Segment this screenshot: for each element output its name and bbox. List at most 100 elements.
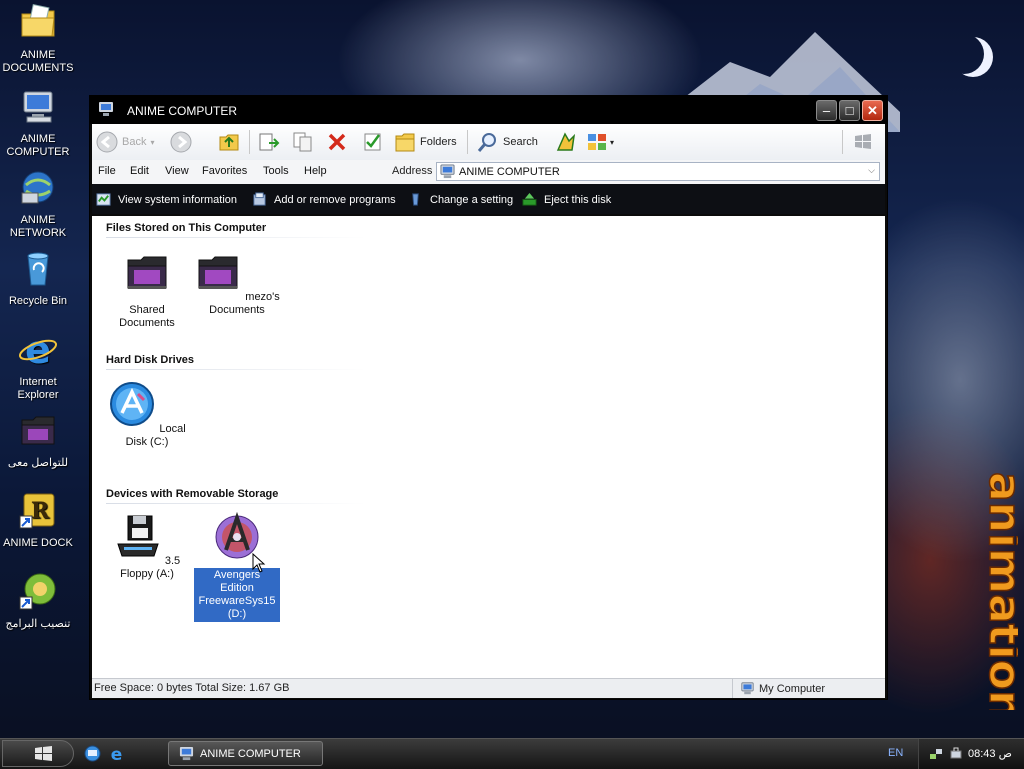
folder-item[interactable]: Shared Documents: [104, 248, 190, 330]
svg-text:animation: animation: [979, 472, 1018, 710]
desktop-icon-anime-network[interactable]: ANIME NETWORK: [2, 167, 74, 240]
delete-button[interactable]: [326, 129, 348, 155]
network-icon: [21, 171, 54, 204]
svg-text:e: e: [111, 745, 123, 762]
back-arrow-icon: [96, 131, 118, 153]
maximize-button[interactable]: □: [839, 100, 860, 121]
close-icon: ✕: [867, 103, 878, 118]
menu-view[interactable]: View: [165, 165, 189, 177]
system-info-icon: [96, 193, 111, 206]
show-desktop-icon[interactable]: [84, 745, 101, 762]
minimize-icon: –: [822, 103, 831, 118]
add-remove-programs-icon: [253, 192, 266, 206]
computer-icon: [741, 682, 754, 695]
chevron-down-icon: ▾: [610, 137, 615, 147]
up-folder-button[interactable]: [218, 129, 240, 155]
item-label: Avengers Edition FreewareSys15 (D:): [194, 568, 280, 622]
address-label: Address: [392, 165, 433, 177]
desktop-icon-label: Internet Explorer: [17, 376, 59, 401]
group-header-removable: Devices with Removable Storage: [106, 488, 279, 500]
menu-favorites[interactable]: Favorites: [202, 165, 247, 177]
menu-edit[interactable]: Edit: [130, 165, 149, 177]
title-bar[interactable]: ANIME COMPUTER – □ ✕: [90, 96, 887, 124]
task-change-setting[interactable]: Change a setting: [408, 192, 513, 207]
forward-arrow-icon: [170, 131, 192, 153]
wallpaper-animation-text: animation: [978, 471, 1018, 710]
installer-shortcut-icon: [19, 573, 56, 610]
drive-item[interactable]: Local Disk (C:): [104, 380, 190, 449]
eject-icon: [522, 192, 537, 206]
computer-icon: [440, 164, 455, 179]
windows-logo-button: [852, 129, 874, 155]
views-button[interactable]: ▾: [586, 129, 614, 155]
drive-item-selected[interactable]: Avengers Edition FreewareSys15 (D:): [194, 511, 280, 622]
close-button[interactable]: ✕: [862, 100, 883, 121]
desktop-icon-label: ANIME DOCK: [3, 537, 73, 549]
task-view-system-information[interactable]: View system information: [96, 192, 237, 207]
menu-help[interactable]: Help: [304, 165, 327, 177]
move-to-button[interactable]: [257, 129, 281, 155]
control-panel-icon: [412, 193, 419, 206]
internet-explorer-icon[interactable]: e: [108, 745, 125, 762]
folder-item[interactable]: mezo's Documents: [194, 248, 280, 317]
item-label: Shared Documents: [119, 304, 175, 329]
back-label: Back: [122, 136, 147, 148]
status-bar: Free Space: 0 bytes Total Size: 1.67 GB …: [92, 678, 885, 698]
address-bar[interactable]: ANIME COMPUTER ⌵: [436, 162, 880, 181]
task-add-remove-programs[interactable]: Add or remove programs: [252, 192, 396, 207]
desktop-icon-label: للتواصل معى: [7, 457, 69, 469]
desktop-icon-anime-dock[interactable]: R ANIME DOCK: [2, 490, 74, 550]
start-button[interactable]: [2, 740, 74, 767]
minimize-button[interactable]: –: [816, 100, 837, 121]
group-header-files: Files Stored on This Computer: [106, 222, 267, 234]
desktop-icon-label: ANIME COMPUTER: [6, 133, 70, 158]
address-value: ANIME COMPUTER: [459, 166, 560, 178]
taskbar-window-button[interactable]: ANIME COMPUTER: [168, 741, 323, 766]
task-eject-disk[interactable]: Eject this disk: [522, 192, 611, 207]
copy-to-button[interactable]: [292, 129, 314, 155]
properties-button[interactable]: [362, 129, 384, 155]
moon-decoration: [944, 34, 984, 74]
desktop-icon-recycle-bin[interactable]: Recycle Bin: [2, 248, 74, 308]
customize-button[interactable]: [555, 129, 577, 155]
task-bar: View system information Add or remove pr…: [92, 184, 885, 214]
desktop-icon-contact-folder[interactable]: للتواصل معى: [2, 410, 74, 470]
language-indicator[interactable]: EN: [888, 747, 903, 759]
folder-icon: [198, 256, 238, 289]
computer-icon: [99, 102, 113, 116]
desktop-icon-label: تنصيب البرامج: [5, 618, 71, 630]
windows-logo-icon: [855, 134, 871, 149]
folder-icon: [21, 416, 55, 445]
folders-button[interactable]: Folders: [394, 129, 457, 155]
chevron-down-icon[interactable]: ⌵: [868, 165, 875, 176]
folder-icon: [127, 256, 167, 289]
folders-icon: [395, 133, 415, 152]
chevron-down-icon: ▾: [150, 137, 155, 147]
svg-text:R: R: [31, 498, 50, 524]
safely-remove-hardware-icon[interactable]: [949, 747, 963, 761]
up-folder-icon: [219, 134, 239, 151]
network-tray-icon[interactable]: [929, 747, 943, 761]
desktop-icon-label: ANIME NETWORK: [9, 214, 67, 239]
customize-icon: [556, 132, 576, 151]
hard-disk-icon: [110, 382, 155, 426]
menu-file[interactable]: File: [98, 165, 116, 177]
forward-button[interactable]: [170, 129, 192, 155]
back-button[interactable]: Back ▾: [96, 129, 154, 155]
task-label: Change a setting: [430, 193, 514, 206]
desktop-icon-installer[interactable]: تنصيب البرامج: [2, 571, 74, 631]
folder-documents-icon: [21, 3, 55, 37]
taskbar-window-label: ANIME COMPUTER: [200, 747, 301, 760]
desktop-icon-anime-computer[interactable]: ANIME COMPUTER: [2, 86, 74, 159]
clock[interactable]: 08:43 ص: [968, 747, 1012, 760]
delete-icon: [328, 133, 346, 151]
search-button[interactable]: Search: [477, 129, 538, 155]
drive-item[interactable]: 3.5 Floppy (A:): [104, 512, 190, 581]
copy-to-icon: [293, 132, 312, 152]
desktop-icon-label: Recycle Bin: [8, 295, 68, 307]
desktop-icon-label: ANIME DOCUMENTS: [2, 49, 74, 74]
desktop-icon-internet-explorer[interactable]: e Internet Explorer: [2, 328, 74, 402]
desktop-icon-anime-documents[interactable]: ANIME DOCUMENTS: [2, 2, 74, 75]
menu-tools[interactable]: Tools: [263, 165, 289, 177]
computer-icon: [23, 91, 53, 123]
